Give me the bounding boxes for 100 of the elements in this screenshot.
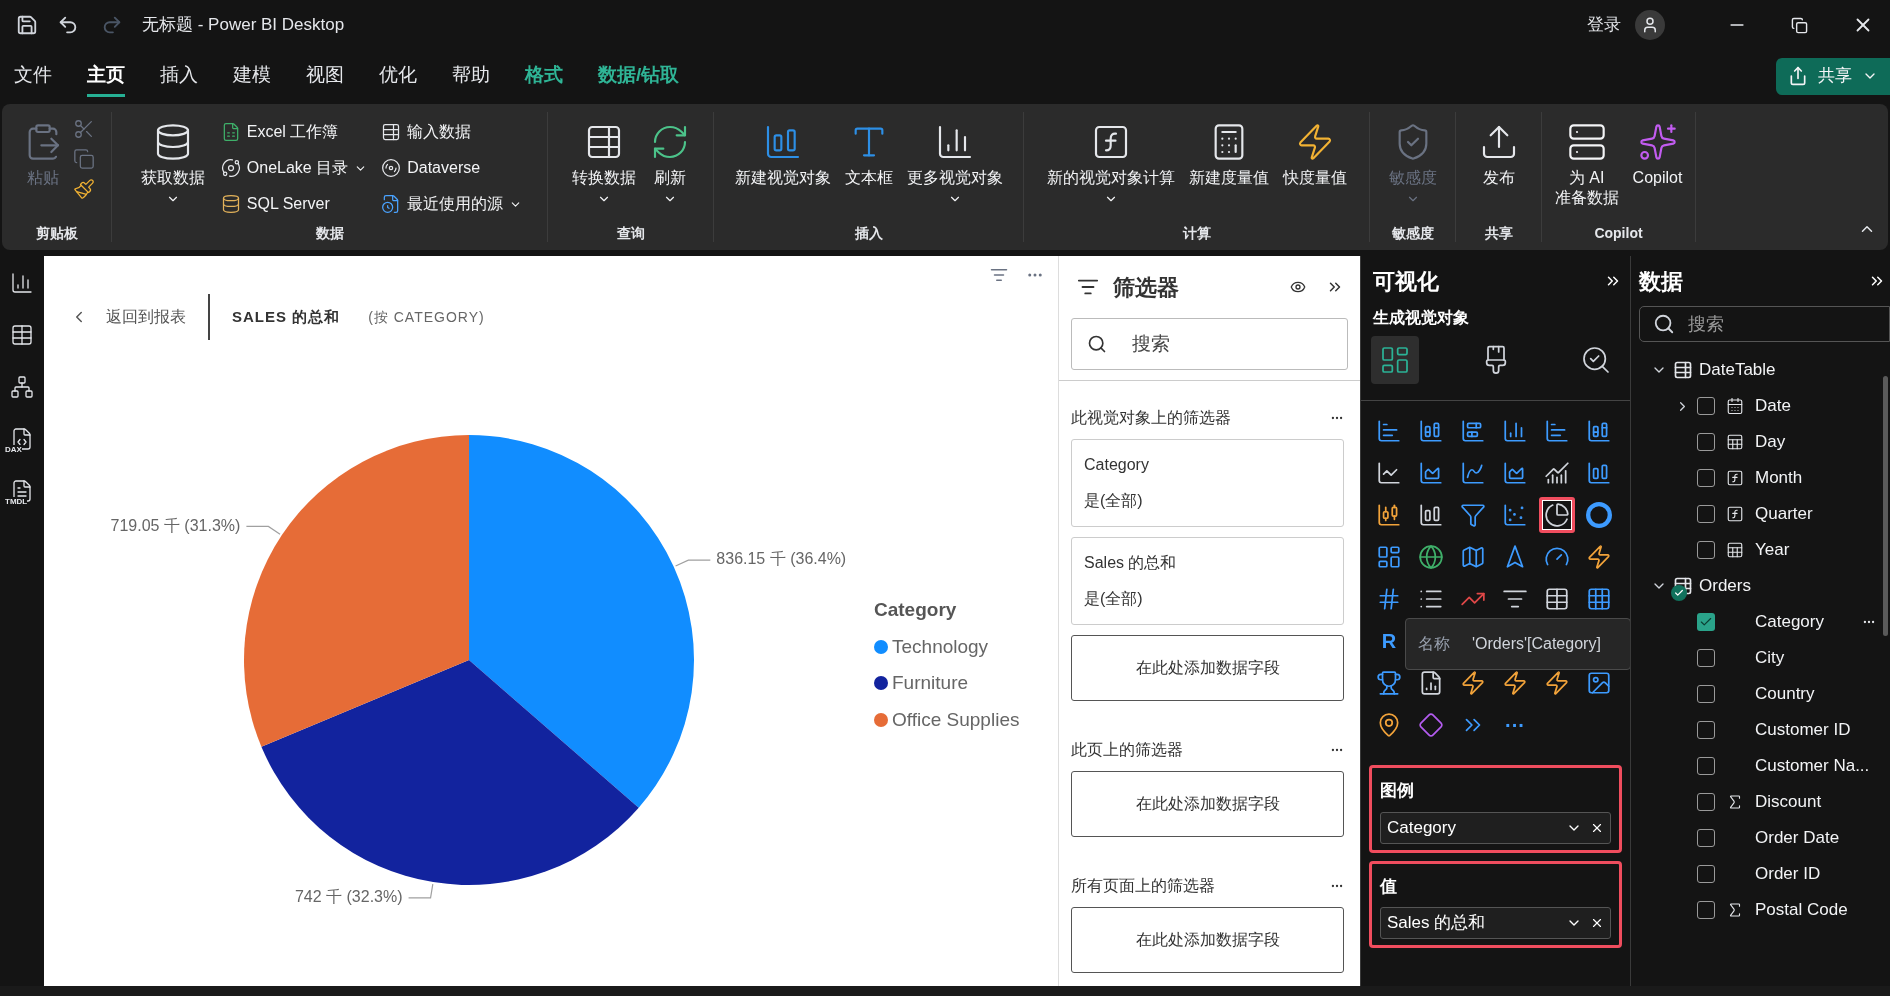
ribbon-button[interactable]: 为 AI 准备数据 [1550,112,1623,224]
tooltip-label: 名称 [1418,634,1450,654]
menu-tab[interactable]: 建模 [233,55,271,97]
menu-tab[interactable]: 格式 [525,55,563,97]
search-field[interactable]: 搜索 [1071,318,1348,370]
checkbox[interactable] [1697,865,1715,883]
filter-icon[interactable] [990,266,1008,284]
checkbox[interactable] [1697,685,1715,703]
view-button[interactable] [9,322,35,348]
image-icon [1586,670,1612,696]
checkbox[interactable] [1697,469,1715,487]
ribbon-button[interactable]: 快度量值 [1278,112,1351,224]
field-name[interactable]: Country [1755,681,1815,707]
visual-type-button[interactable]: ··· [1497,707,1533,743]
scrollbar[interactable] [1883,376,1888,636]
save-icon[interactable] [16,14,38,36]
field-name[interactable]: Discount [1755,789,1822,815]
visual-type-button[interactable]: R [1371,623,1407,659]
menu-tab[interactable]: 文件 [14,55,52,97]
ribbon-button[interactable]: 最近使用的源 [381,188,523,220]
checkbox[interactable] [1697,433,1715,451]
field-name[interactable]: Month [1755,465,1803,491]
ribbon-button[interactable]: 发布 [1474,112,1523,224]
candlestick-chart-icon [1376,502,1402,528]
menu-tab[interactable]: 数据/钻取 [598,55,680,97]
checkbox[interactable] [1697,397,1715,415]
pie-slice[interactable] [261,660,639,885]
field-name[interactable]: Customer Na... [1755,753,1870,779]
bar-chart-icon [1460,418,1486,444]
sign-in-button[interactable]: 登录 [1587,12,1621,38]
field-name[interactable]: Year [1755,537,1790,563]
ribbon-button[interactable]: Dataverse [381,152,523,184]
checkbox[interactable] [1697,757,1715,775]
checkbox[interactable] [1697,901,1715,919]
redo-icon[interactable] [101,14,123,36]
field-pill[interactable]: Category [1380,811,1611,844]
restore-icon[interactable] [1791,16,1808,34]
field-name[interactable]: Quarter [1755,501,1813,527]
ribbon-button[interactable]: SQL Server [220,188,368,220]
data-label: 742 千 (32.3%) [294,888,403,906]
search-field[interactable]: 搜索 [1639,306,1890,342]
filter-card[interactable]: Category 是(全部) [1071,439,1344,527]
section-title: 此页上的筛选器 [1071,740,1183,760]
ribbon-button[interactable]: Excel 工作簿 [220,116,368,148]
ribbon-button[interactable]: 新建视觉对象 [730,112,835,224]
checkbox[interactable] [1697,793,1715,811]
diamond-icon [1418,712,1444,738]
field-name[interactable]: Order Date [1755,825,1840,851]
field-name[interactable]: City [1755,645,1785,671]
avatar-icon[interactable] [1635,10,1665,40]
ribbon-button[interactable]: 新建度量值 [1184,112,1273,224]
view-button[interactable] [9,374,35,400]
ribbon-button[interactable]: 获取数据 [136,112,209,224]
remove-icon[interactable] [1590,916,1604,930]
document-chart-icon [1418,670,1444,696]
filter-card[interactable]: Sales 的总和 是(全部) [1071,537,1344,625]
table-name[interactable]: DateTable [1699,357,1776,383]
drop-zone[interactable]: 在此处添加数据字段 [1071,907,1344,973]
checkbox[interactable] [1697,649,1715,667]
share-button[interactable]: 共享 [1776,57,1890,95]
menu-tab[interactable]: 视图 [306,55,344,97]
ribbon-button[interactable]: 刷新 [645,112,694,224]
map-icon [1460,544,1486,570]
field-name[interactable]: Order ID [1755,861,1821,887]
menu-tab[interactable]: 主页 [87,55,125,97]
menu-tab[interactable]: 优化 [379,55,417,97]
field-name: Category [1387,816,1457,839]
pie-slice[interactable] [469,435,694,808]
field-name[interactable]: Customer ID [1755,717,1851,743]
pie-slice[interactable] [244,435,469,747]
eye-icon[interactable] [1290,279,1306,295]
ribbon-button[interactable]: 转换数据 [567,112,640,224]
checkbox[interactable] [1697,505,1715,523]
menu-tab[interactable]: 插入 [160,55,198,97]
field-name[interactable]: Date [1755,393,1791,419]
drop-zone[interactable]: 在此处添加数据字段 [1071,771,1344,837]
ribbon-button[interactable]: Copilot [1628,112,1687,224]
ribbon-button[interactable]: OneLake 目录 [220,152,368,184]
table-name[interactable]: Orders [1699,573,1751,599]
paintbrush-icon[interactable] [72,178,95,200]
ribbon-button[interactable]: 输入数据 [381,116,523,148]
ribbon-button[interactable]: 更多视觉对象 [902,112,1007,224]
undo-icon[interactable] [57,14,79,36]
checkbox[interactable] [1697,541,1715,559]
build-visual-icon [1379,344,1411,376]
visual-type-button[interactable] [1539,497,1575,533]
funnel-icon [1460,502,1486,528]
checkbox[interactable] [1697,721,1715,739]
checkbox[interactable] [1697,613,1715,631]
drop-zone[interactable]: 在此处添加数据字段 [1071,635,1344,701]
field-name[interactable]: Postal Code [1755,897,1848,923]
menu-tab[interactable]: 帮助 [452,55,490,97]
field-pill[interactable]: Sales 的总和 [1380,907,1611,939]
pane-tab[interactable] [1371,336,1419,384]
back-button[interactable]: 返回到报表 [70,305,186,329]
checkbox[interactable] [1697,829,1715,847]
ribbon-button[interactable]: 文本框 [840,112,897,224]
field-name[interactable]: Category [1755,609,1824,635]
ribbon-button[interactable]: 新的视觉对象计算 [1042,112,1179,224]
field-name[interactable]: Day [1755,429,1786,455]
